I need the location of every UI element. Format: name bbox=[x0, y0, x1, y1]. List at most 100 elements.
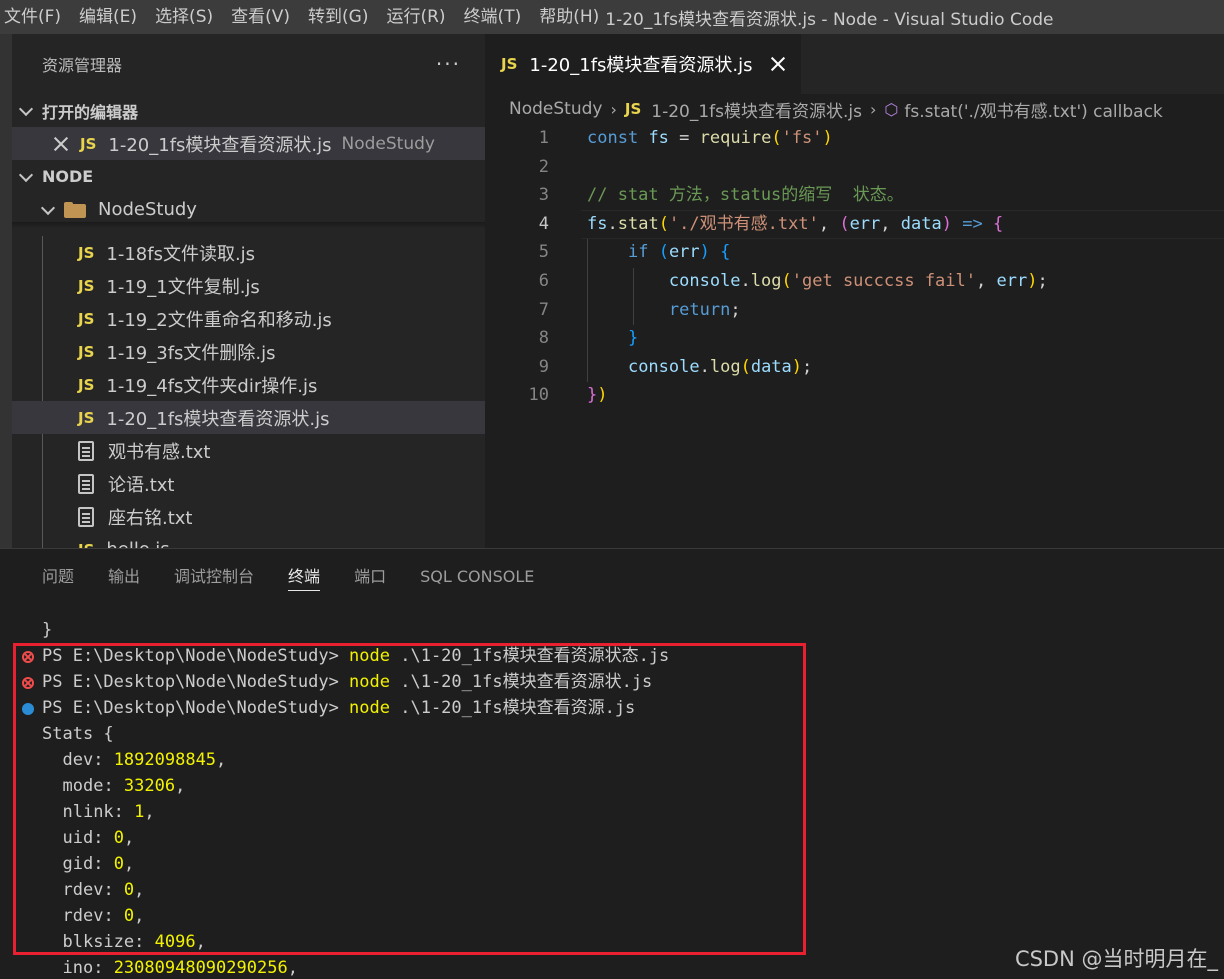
stat-value: 23080948090290256 bbox=[113, 958, 288, 978]
terminal-command: node bbox=[349, 672, 390, 692]
terminal-line: Stats { bbox=[42, 724, 114, 744]
menu-run[interactable]: 运行(R) bbox=[380, 0, 457, 34]
explorer-title: 资源管理器 bbox=[42, 56, 123, 75]
file-label: 1-19_2文件重命名和移动.js bbox=[106, 309, 332, 331]
bottom-panel: 问题 输出 调试控制台 终端 端口 SQL CONSOLE } PS E:\De… bbox=[0, 548, 1224, 979]
menu-help[interactable]: 帮助(H) bbox=[533, 0, 599, 34]
terminal-prompt: PS E:\Desktop\Node\NodeStudy> bbox=[42, 646, 350, 666]
open-editor-filename: 1-20_1fs模块查看资源状.js bbox=[108, 134, 332, 156]
stat-key: blksize bbox=[62, 932, 135, 952]
code-line: 8 } bbox=[485, 324, 1224, 353]
file-item[interactable]: JS 1-18fs文件读取.js bbox=[12, 236, 485, 269]
breadcrumb-symbol[interactable]: fs.stat('./观书有感.txt') callback bbox=[904, 97, 1162, 122]
chevron-right-icon: › bbox=[610, 99, 617, 119]
menu-file[interactable]: 文件(F) bbox=[0, 0, 73, 34]
terminal-output[interactable]: } PS E:\Desktop\Node\NodeStudy> node .\1… bbox=[0, 617, 1224, 979]
workspace-section[interactable]: NODE bbox=[12, 160, 485, 193]
panel-tab-bar: 问题 输出 调试控制台 终端 端口 SQL CONSOLE bbox=[0, 549, 1224, 605]
stat-key: ino bbox=[62, 958, 94, 978]
code-line: 3 // stat 方法，status的缩写 状态。 bbox=[485, 181, 1224, 210]
file-label: 1-19_3fs文件删除.js bbox=[106, 342, 276, 364]
tab-output[interactable]: 输出 bbox=[108, 549, 140, 605]
breadcrumb-folder[interactable]: NodeStudy bbox=[509, 99, 602, 119]
file-item-active[interactable]: JS 1-20_1fs模块查看资源状.js bbox=[12, 401, 485, 434]
file-item[interactable]: JS hello.js bbox=[12, 533, 485, 548]
success-dot-icon[interactable] bbox=[22, 703, 34, 715]
js-file-icon: JS bbox=[78, 243, 95, 262]
tab-label: 1-20_1fs模块查看资源状.js bbox=[529, 55, 753, 76]
open-editors-section[interactable]: 打开的编辑器 bbox=[12, 94, 485, 127]
code-text: if (err) { bbox=[627, 242, 731, 263]
chevron-down-icon bbox=[40, 202, 56, 218]
open-editor-item[interactable]: JS 1-20_1fs模块查看资源状.js NodeStudy bbox=[12, 127, 485, 160]
code-line: 4 fs.stat('./观书有感.txt', (err, data) => { bbox=[485, 210, 1224, 239]
line-number: 6 bbox=[538, 270, 549, 291]
stat-key: rdev bbox=[62, 880, 104, 900]
workspace-label: NODE bbox=[42, 167, 94, 186]
code-line: 2 bbox=[485, 153, 1224, 182]
code-text: console.log(data); bbox=[627, 356, 813, 377]
menu-go[interactable]: 转到(G) bbox=[302, 0, 380, 34]
code-editor[interactable]: 1 const fs = require('fs') 2 3 // stat 方法，… bbox=[485, 124, 1224, 410]
js-file-icon: JS bbox=[624, 100, 642, 118]
editor-tab-bar: JS 1-20_1fs模块查看资源状.js bbox=[485, 34, 1224, 94]
file-item[interactable]: 座右铭.txt bbox=[12, 500, 485, 533]
file-item[interactable]: JS 1-19_1文件复制.js bbox=[12, 269, 485, 302]
breadcrumb-file[interactable]: 1-20_1fs模块查看资源状.js bbox=[651, 97, 862, 122]
line-number: 10 bbox=[528, 385, 549, 406]
file-item[interactable]: 观书有感.txt bbox=[12, 434, 485, 467]
scroll-shadow bbox=[12, 222, 485, 228]
stat-entry: dev: 1892098845, bbox=[62, 750, 227, 770]
file-item[interactable]: JS 1-19_3fs文件删除.js bbox=[12, 335, 485, 368]
editor-area: JS 1-20_1fs模块查看资源状.js NodeStudy › JS 1-2… bbox=[485, 34, 1224, 548]
stat-entry: gid: 0, bbox=[62, 854, 135, 874]
code-text: } bbox=[627, 328, 639, 349]
line-number: 1 bbox=[538, 128, 549, 148]
stat-key: uid bbox=[62, 828, 94, 848]
file-item[interactable]: JS 1-19_2文件重命名和移动.js bbox=[12, 302, 485, 335]
menu-view[interactable]: 查看(V) bbox=[225, 0, 302, 34]
close-icon[interactable] bbox=[769, 55, 787, 73]
chevron-down-icon bbox=[18, 103, 34, 119]
menu-selection[interactable]: 选择(S) bbox=[149, 0, 225, 34]
file-tree: JS 1-18fs文件读取.js JS 1-19_1文件复制.js JS 1-1… bbox=[12, 236, 485, 548]
activity-bar bbox=[0, 34, 12, 548]
line-number: 7 bbox=[538, 299, 549, 320]
terminal-line: } bbox=[42, 620, 53, 640]
line-number: 4 bbox=[538, 213, 549, 234]
code-line: 1 const fs = require('fs') bbox=[485, 124, 1224, 153]
terminal-prompt: PS E:\Desktop\Node\NodeStudy> bbox=[42, 672, 350, 692]
tab-problems[interactable]: 问题 bbox=[42, 549, 74, 605]
close-icon[interactable] bbox=[52, 135, 70, 153]
terminal-prompt: PS E:\Desktop\Node\NodeStudy> bbox=[42, 698, 350, 718]
stat-key: rdev bbox=[62, 906, 104, 926]
editor-tab-active[interactable]: JS 1-20_1fs模块查看资源状.js bbox=[485, 34, 801, 94]
file-label: 论语.txt bbox=[108, 474, 175, 496]
menu-edit[interactable]: 编辑(E) bbox=[73, 0, 149, 34]
folder-label: NodeStudy bbox=[98, 199, 197, 220]
code-text: console.log('get succcss fail', err); bbox=[668, 270, 1048, 291]
tab-sql-console[interactable]: SQL CONSOLE bbox=[420, 549, 534, 605]
menu-terminal[interactable]: 终端(T) bbox=[458, 0, 534, 34]
stat-entry: mode: 33206, bbox=[62, 776, 186, 796]
js-file-icon: JS bbox=[78, 276, 95, 295]
folder-icon bbox=[64, 201, 86, 218]
terminal-command-line: PS E:\Desktop\Node\NodeStudy> node .\1-2… bbox=[0, 669, 1224, 695]
line-number: 2 bbox=[538, 156, 549, 177]
error-circle-icon[interactable] bbox=[22, 677, 34, 689]
tab-debug-console[interactable]: 调试控制台 bbox=[174, 549, 254, 605]
line-number: 8 bbox=[538, 328, 549, 349]
line-number: 9 bbox=[538, 356, 549, 377]
error-circle-icon[interactable] bbox=[22, 651, 34, 663]
tab-ports[interactable]: 端口 bbox=[354, 549, 386, 605]
js-file-icon: JS bbox=[78, 342, 95, 361]
js-file-icon: JS bbox=[78, 541, 94, 549]
stat-value: 4096 bbox=[154, 932, 196, 952]
file-item[interactable]: 论语.txt bbox=[12, 467, 485, 500]
stat-entry: uid: 0, bbox=[62, 828, 135, 848]
file-item[interactable]: JS 1-19_4fs文件夹dir操作.js bbox=[12, 368, 485, 401]
tab-terminal[interactable]: 终端 bbox=[288, 549, 321, 605]
watermark: CSDN @当时明月在_ bbox=[1014, 947, 1218, 971]
more-actions-icon[interactable]: ··· bbox=[436, 52, 461, 76]
stat-key: nlink bbox=[62, 802, 114, 822]
